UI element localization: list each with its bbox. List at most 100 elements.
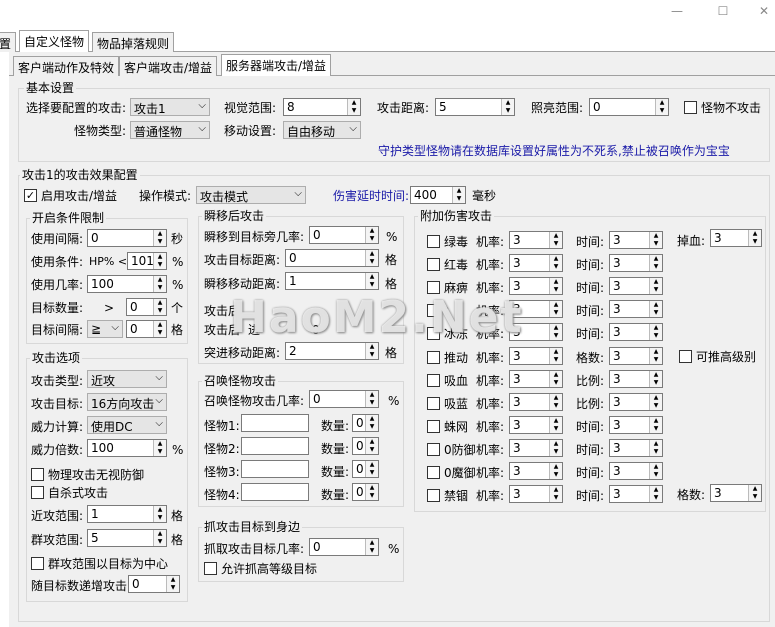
delay-spinner[interactable]: 400 ▲ ▼ <box>410 186 466 204</box>
teleport-rate-spinner[interactable]: 0 ▲ ▼ <box>309 226 379 244</box>
extra-checkbox[interactable]: 推动 <box>427 351 468 365</box>
interval-spinner[interactable]: 0 ▲ ▼ <box>87 229 167 247</box>
teleport-dist-spinner[interactable]: 0 ▲ ▼ <box>285 249 379 267</box>
qty4-spinner[interactable]: 0 ▲ ▼ <box>352 483 379 501</box>
extra-checkbox[interactable]: 吸血 <box>427 374 468 388</box>
rate-spinner[interactable]: 100 ▲ ▼ <box>87 275 167 293</box>
spin-arrows-icon[interactable]: ▲ ▼ <box>166 576 179 592</box>
gap-spinner[interactable]: 0 ▲ ▼ <box>126 320 167 338</box>
extra-checkbox[interactable]: 吸蓝 <box>427 397 468 411</box>
spin-arrows-icon[interactable]: ▲ ▼ <box>649 394 662 410</box>
grid-spinner[interactable]: 3 ▲ ▼ <box>710 484 762 502</box>
spin-arrows-icon[interactable]: ▲ ▼ <box>452 187 465 203</box>
tab-client-effects[interactable]: 客户端动作及特效 <box>13 56 120 76</box>
extra-rate-spinner[interactable]: 3 ▲ ▼ <box>509 254 563 272</box>
extra-second-spinner[interactable]: 3 ▲ ▼ <box>609 393 663 411</box>
view-range-spinner[interactable]: 8 ▲ ▼ <box>283 98 361 116</box>
monster2-input[interactable] <box>241 437 309 455</box>
spin-arrows-icon[interactable]: ▲ ▼ <box>365 438 378 454</box>
grab-high-checkbox[interactable]: 允许抓高等级目标 <box>204 562 317 576</box>
attack-dist-spinner[interactable]: 5 ▲ ▼ <box>435 98 515 116</box>
ignore-def-checkbox[interactable]: 物理攻击无视防御 <box>31 468 144 482</box>
attack-type-dropdown[interactable]: 近攻 ⌵ <box>87 370 167 388</box>
suicide-checkbox[interactable]: 自杀式攻击 <box>31 486 108 500</box>
qty2-spinner[interactable]: 0 ▲ ▼ <box>352 437 379 455</box>
spin-arrows-icon[interactable]: ▲ ▼ <box>649 486 662 502</box>
spin-arrows-icon[interactable]: ▲ ▼ <box>153 253 166 269</box>
move-dropdown[interactable]: 自由移动 ⌵ <box>283 121 361 139</box>
spin-arrows-icon[interactable]: ▲ ▼ <box>649 417 662 433</box>
extra-second-spinner[interactable]: 3 ▲ ▼ <box>609 300 663 318</box>
rush-spinner[interactable]: 2 ▲ ▼ <box>285 342 379 360</box>
cond-spinner[interactable]: 101 ▲ ▼ <box>127 252 167 270</box>
extra-rate-spinner[interactable]: 3 ▲ ▼ <box>509 439 563 457</box>
spin-arrows-icon[interactable]: ▲ ▼ <box>153 276 166 292</box>
monster-type-dropdown[interactable]: 普通怪物 ⌵ <box>130 121 210 139</box>
extra-checkbox[interactable]: 绿毒 <box>427 235 468 249</box>
extra-rate-spinner[interactable]: 3 ▲ ▼ <box>509 485 563 503</box>
spin-arrows-icon[interactable]: ▲ ▼ <box>549 232 562 248</box>
spin-arrows-icon[interactable]: ▲ ▼ <box>153 299 166 315</box>
spin-arrows-icon[interactable]: ▲ ▼ <box>365 343 378 359</box>
extra-rate-spinner[interactable]: 3 ▲ ▼ <box>509 416 563 434</box>
power-calc-dropdown[interactable]: 使用DC ⌵ <box>87 416 167 434</box>
extra-second-spinner[interactable]: 3 ▲ ▼ <box>609 370 663 388</box>
extra-second-spinner[interactable]: 3 ▲ ▼ <box>609 347 663 365</box>
spin-arrows-icon[interactable]: ▲ ▼ <box>153 530 166 546</box>
spin-arrows-icon[interactable]: ▲ ▼ <box>365 227 378 243</box>
spin-arrows-icon[interactable]: ▲ ▼ <box>649 278 662 294</box>
extra-second-spinner[interactable]: 3 ▲ ▼ <box>609 323 663 341</box>
power-mult-spinner[interactable]: 100 ▲ ▼ <box>87 439 167 457</box>
near-range-spinner[interactable]: 1 ▲ ▼ <box>87 505 167 523</box>
extra-checkbox[interactable]: 0魔御 <box>427 466 476 480</box>
extra-second-spinner[interactable]: 3 ▲ ▼ <box>609 254 663 272</box>
gap-op-dropdown[interactable]: ≧ ⌵ <box>87 320 123 338</box>
tab-custom-monster[interactable]: 自定义怪物 <box>19 30 90 52</box>
tab-server-attack[interactable]: 服务器端攻击/增益 <box>221 54 332 76</box>
extra-second-spinner[interactable]: 3 ▲ ▼ <box>609 277 663 295</box>
spin-arrows-icon[interactable]: ▲ ▼ <box>549 463 562 479</box>
extra-second-spinner[interactable]: 3 ▲ ▼ <box>609 462 663 480</box>
tab-drop-rules[interactable]: 物品掉落规则 <box>92 32 175 52</box>
summon-rate-spinner[interactable]: 0 ▲ ▼ <box>309 390 379 408</box>
spin-arrows-icon[interactable]: ▲ ▼ <box>365 391 378 407</box>
mode-dropdown[interactable]: 攻击模式 ⌵ <box>196 186 306 204</box>
extra-rate-spinner[interactable]: 3 ▲ ▼ <box>509 347 563 365</box>
close-icon[interactable]: ✕ <box>754 4 774 18</box>
spin-arrows-icon[interactable]: ▲ ▼ <box>748 485 761 501</box>
spin-arrows-icon[interactable]: ▲ ▼ <box>365 539 378 555</box>
spin-arrows-icon[interactable]: ▲ ▼ <box>153 440 166 456</box>
monster4-input[interactable] <box>241 483 309 501</box>
extra-checkbox[interactable]: 红毒 <box>427 258 468 272</box>
group-range-spinner[interactable]: 5 ▲ ▼ <box>87 529 167 547</box>
maximize-icon[interactable]: ☐ <box>713 4 733 18</box>
spin-arrows-icon[interactable]: ▲ ▼ <box>649 232 662 248</box>
inc-attack-spinner[interactable]: 0 ▲ ▼ <box>128 575 180 593</box>
spin-arrows-icon[interactable]: ▲ ▼ <box>649 255 662 271</box>
light-range-spinner[interactable]: 0 ▲ ▼ <box>589 98 669 116</box>
spin-arrows-icon[interactable]: ▲ ▼ <box>549 440 562 456</box>
spin-arrows-icon[interactable]: ▲ ▼ <box>649 463 662 479</box>
spin-arrows-icon[interactable]: ▲ ▼ <box>549 417 562 433</box>
extra-rate-spinner[interactable]: 3 ▲ ▼ <box>509 231 563 249</box>
push-high-checkbox[interactable]: 可推高级别 <box>679 350 756 364</box>
qty1-spinner[interactable]: 0 ▲ ▼ <box>352 414 379 432</box>
grab-rate-spinner[interactable]: 0 ▲ ▼ <box>309 538 379 556</box>
spin-arrows-icon[interactable]: ▲ ▼ <box>649 371 662 387</box>
tab-client-attack[interactable]: 客户端攻击/增益 <box>119 56 218 76</box>
spin-arrows-icon[interactable]: ▲ ▼ <box>649 324 662 340</box>
spin-arrows-icon[interactable]: ▲ ▼ <box>365 250 378 266</box>
extra-second-spinner[interactable]: 3 ▲ ▼ <box>609 439 663 457</box>
spin-arrows-icon[interactable]: ▲ ▼ <box>153 230 166 246</box>
spin-arrows-icon[interactable]: ▲ ▼ <box>649 440 662 456</box>
spin-arrows-icon[interactable]: ▲ ▼ <box>153 321 166 337</box>
monster1-input[interactable] <box>241 414 309 432</box>
qty3-spinner[interactable]: 0 ▲ ▼ <box>352 460 379 478</box>
monster3-input[interactable] <box>241 460 309 478</box>
center-target-checkbox[interactable]: 群攻范围以目标为中心 <box>31 557 168 571</box>
extra-checkbox[interactable]: 禁锢 <box>427 489 468 503</box>
tab-partial[interactable]: 置 <box>0 32 17 52</box>
extra-rate-spinner[interactable]: 3 ▲ ▼ <box>509 370 563 388</box>
count-spinner[interactable]: 0 ▲ ▼ <box>126 298 167 316</box>
spin-arrows-icon[interactable]: ▲ ▼ <box>655 99 668 115</box>
